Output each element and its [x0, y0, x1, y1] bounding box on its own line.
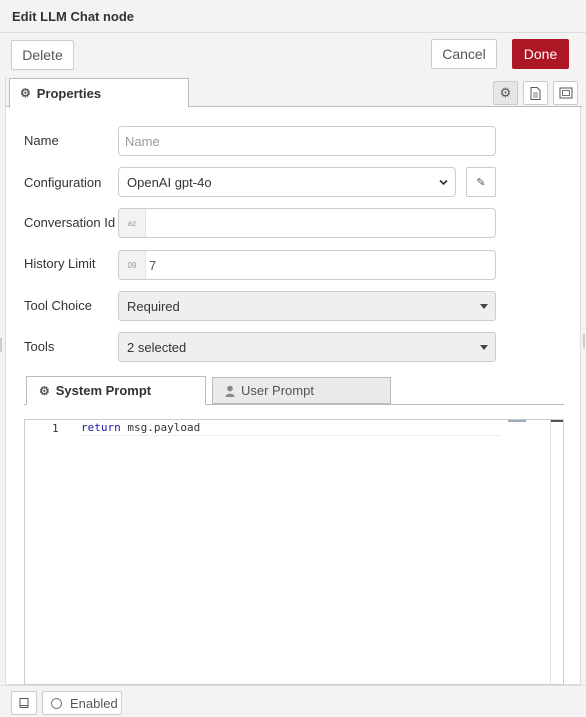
line-number: 1 [52, 422, 59, 435]
editor-minimap[interactable] [508, 420, 526, 422]
dialog-title: Edit LLM Chat node [12, 9, 135, 24]
dialog-button-bar: Delete Cancel Done [0, 33, 586, 75]
properties-panel: ⚙ Properties ⚙ Name Configuration OpenAI… [5, 77, 582, 686]
enabled-toggle[interactable]: Enabled [42, 691, 122, 715]
caret-down-icon [480, 345, 488, 350]
chevron-down-icon [439, 179, 448, 186]
settings-tab-button[interactable]: ⚙ [493, 81, 518, 105]
prompt-tab-strip: ⚙ System Prompt User Prompt [24, 376, 564, 405]
tab-user-prompt[interactable]: User Prompt [212, 377, 391, 404]
tools-value: 2 selected [127, 339, 187, 355]
code-line[interactable]: return msg.payload [81, 421, 501, 436]
editor-scrollbar-track[interactable] [550, 420, 551, 686]
done-button[interactable]: Done [512, 39, 569, 69]
document-icon [530, 86, 541, 100]
name-field-wrapper [118, 126, 496, 156]
user-icon [225, 385, 235, 397]
configuration-select[interactable]: OpenAI gpt-4o [118, 167, 456, 197]
right-resize-handle[interactable] [583, 334, 585, 348]
conversation-id-field[interactable]: az [118, 208, 496, 238]
enabled-radio-icon [51, 697, 62, 709]
editor-scrollbar-thumb[interactable] [551, 420, 563, 422]
pencil-icon: ✎ [476, 176, 486, 189]
type-badge-text: az [127, 218, 137, 228]
type-badge-text: 09 [127, 260, 137, 270]
history-limit-value: 7 [149, 257, 157, 273]
tool-choice-dropdown[interactable]: Required [118, 291, 496, 321]
configuration-label: Configuration [24, 175, 102, 190]
delete-button[interactable]: Delete [11, 40, 74, 70]
configuration-value: OpenAI gpt-4o [127, 174, 212, 190]
tab-system-prompt[interactable]: ⚙ System Prompt [26, 376, 206, 405]
left-resize-handle[interactable] [0, 338, 2, 352]
string-type-icon[interactable]: az [119, 209, 146, 237]
gear-icon: ⚙ [499, 85, 512, 100]
tab-system-prompt-label: System Prompt [55, 383, 152, 398]
code-text: msg.payload [120, 421, 201, 434]
caret-down-icon [480, 304, 488, 309]
gear-icon: ⚙ [20, 86, 31, 100]
name-label: Name [24, 133, 59, 148]
appearance-tab-button[interactable] [553, 81, 578, 105]
edit-configuration-button[interactable]: ✎ [466, 167, 496, 197]
dialog-titlebar: Edit LLM Chat node [0, 0, 586, 33]
history-limit-field[interactable]: 09 7 [118, 250, 496, 280]
name-input[interactable] [119, 127, 495, 155]
code-editor[interactable]: 1 return msg.payload [24, 419, 564, 686]
description-tab-button[interactable] [523, 81, 548, 105]
help-button[interactable] [11, 691, 37, 715]
tools-dropdown[interactable]: 2 selected [118, 332, 496, 362]
number-type-icon[interactable]: 09 [119, 251, 146, 279]
dialog-footer: Enabled [0, 685, 586, 717]
book-icon [19, 698, 29, 708]
tab-properties[interactable]: ⚙ Properties [9, 78, 189, 108]
code-keyword: return [81, 421, 121, 434]
tool-choice-value: Required [127, 298, 180, 314]
tab-strip: ⚙ Properties ⚙ [6, 77, 582, 108]
frame-icon [559, 87, 572, 99]
enabled-label: Enabled [70, 695, 118, 711]
conversation-id-label: Conversation Id [24, 215, 116, 230]
history-limit-label: History Limit [24, 256, 96, 271]
cancel-button[interactable]: Cancel [431, 39, 497, 69]
tab-user-prompt-label: User Prompt [241, 383, 314, 398]
tool-choice-label: Tool Choice [24, 298, 92, 313]
tools-label: Tools [24, 339, 55, 354]
gear-icon: ⚙ [39, 383, 50, 398]
tab-properties-label: Properties [36, 85, 102, 101]
